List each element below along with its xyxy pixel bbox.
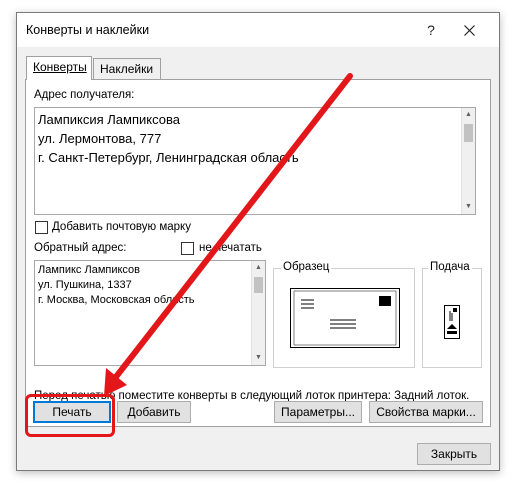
tab-envelopes[interactable]: Конверты: [26, 56, 92, 80]
tab-envelopes-label: Конверты: [33, 60, 87, 74]
